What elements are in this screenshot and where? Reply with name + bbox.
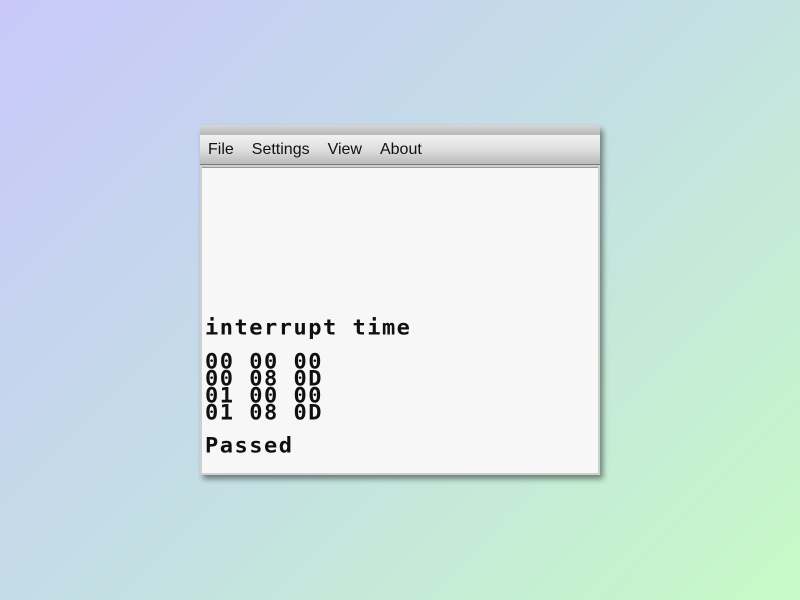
- test-result: Passed: [205, 434, 294, 458]
- menu-settings[interactable]: Settings: [252, 141, 310, 159]
- menu-view[interactable]: View: [328, 141, 362, 159]
- window-titlebar[interactable]: [200, 125, 600, 135]
- menu-file[interactable]: File: [208, 141, 234, 159]
- menu-bar: File Settings View About: [200, 135, 600, 165]
- menu-about[interactable]: About: [380, 141, 422, 159]
- screen-row: 01 08 0D: [205, 401, 323, 425]
- emulator-window: File Settings View About interrupt time …: [200, 125, 600, 475]
- emulator-screen[interactable]: interrupt time 00 00 00 00 08 0D 01 00 0…: [202, 167, 598, 473]
- screen-heading: interrupt time: [205, 316, 412, 340]
